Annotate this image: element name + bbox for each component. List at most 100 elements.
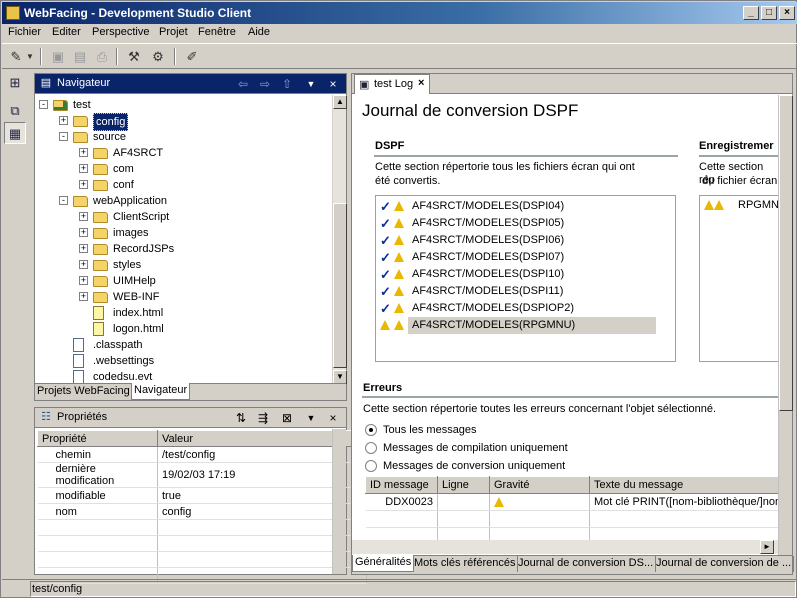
maximize-button[interactable]: □ [761,6,777,20]
property-name: chemin [37,446,158,463]
check-icon: ✓ [380,284,391,299]
print-icon[interactable]: ⎙ [92,47,112,66]
filter-icon[interactable]: ⇶ [255,410,271,426]
title-bar[interactable]: WebFacing - Development Studio Client _ … [2,2,797,24]
close-tab-icon[interactable]: × [418,77,424,89]
expand-icon[interactable]: + [79,276,88,285]
property-row[interactable]: nom config [37,503,367,520]
dspf-section-line [374,155,678,157]
expand-icon[interactable]: + [79,180,88,189]
categories-icon[interactable]: ⇅ [233,410,249,426]
column-header-id-message[interactable]: ID message [365,476,438,494]
status-box [30,581,796,597]
records-section-desc-2: du fichier écran [702,175,778,187]
tab-generalites[interactable]: Généralités [352,555,415,572]
expand-icon[interactable]: + [79,244,88,253]
expand-icon[interactable]: + [79,164,88,173]
close-button[interactable]: × [779,6,795,20]
up-icon[interactable]: ⇧ [279,76,295,92]
build-icon[interactable]: ⚒ [124,47,144,66]
tab-navigateur[interactable]: Navigateur [131,383,191,400]
radio-button[interactable] [365,460,377,472]
perspective-icon[interactable]: ⧉ [4,100,26,122]
editor-horizontal-scrollbar[interactable]: ► [352,540,778,554]
records-list[interactable]: RPGMN [699,195,778,362]
expand-icon[interactable]: + [79,292,88,301]
view-menu-icon[interactable]: ▼ [303,76,319,92]
menu-editer[interactable]: Editer [52,26,81,38]
view-menu-icon[interactable]: ▼ [303,410,319,426]
close-view-icon[interactable]: × [325,76,341,92]
errors-section-heading: Erreurs [363,382,403,394]
tab-mots-cles[interactable]: Mots clés référencés [412,556,519,572]
open-perspective-icon[interactable]: ⊞ [4,72,26,94]
editor-tab[interactable]: ▣ test Log × [354,74,430,94]
check-icon: ✓ [380,267,391,282]
collapse-icon[interactable]: - [59,132,68,141]
navigator-scrollbar[interactable]: ▲ ▼ [332,95,347,384]
defaults-icon[interactable]: ⊠ [279,410,295,426]
editor-vertical-scrollbar[interactable] [778,95,793,555]
tab-journal-conversion[interactable]: Journal de conversion de ... [654,556,795,572]
tree-item-label: .classpath [93,339,143,351]
column-header-gravite[interactable]: Gravité [489,476,590,494]
warning-icon [394,201,404,211]
menu-fichier[interactable]: Fichier [8,26,41,38]
collapse-icon[interactable]: - [59,196,68,205]
run-icon[interactable]: ✐ [182,47,202,66]
expand-icon[interactable]: + [79,148,88,157]
property-row[interactable]: chemin/test/config [37,446,367,463]
expand-icon[interactable]: + [79,228,88,237]
scroll-right-button[interactable]: ► [760,540,774,554]
radio-button[interactable] [365,424,377,436]
tree-item-label: conf [113,179,134,191]
new-wizard-icon[interactable]: ✎ [6,47,26,66]
property-row[interactable]: modifiable true [37,487,367,504]
column-header-propriete[interactable]: Propriété [37,430,158,447]
back-icon[interactable]: ⇦ [235,76,251,92]
warning-icon [714,200,724,210]
menu-aide[interactable]: Aide [248,26,270,38]
tree-item-label: com [113,163,134,175]
list-item-label: AF4SRCT/MODELES(DSPI10) [412,268,565,280]
property-row[interactable]: dernière modification 19/02/03 17:19 [37,462,367,488]
webfacing-perspective-icon[interactable]: ▦ [4,122,26,144]
forward-icon[interactable]: ⇨ [257,76,273,92]
menu-fenetre[interactable]: Fenêtre [198,26,236,38]
scroll-thumb[interactable] [333,203,347,368]
properties-table: Propriété Valeur chemin/test/config derni… [37,430,367,584]
dspf-file-list[interactable]: ✓ AF4SRCT/MODELES(DSPI04) ✓ AF4SRCT/MODELES… [375,195,676,362]
editor-area: ▣ test Log × Journal de conversion DSPF … [351,73,795,575]
expand-icon[interactable]: + [79,212,88,221]
expand-icon[interactable]: + [79,260,88,269]
close-view-icon[interactable]: × [325,410,341,426]
check-icon: ✓ [380,199,391,214]
menu-projet[interactable]: Projet [159,26,188,38]
status-bar: test/config [2,579,797,598]
save-all-icon[interactable]: ▤ [70,47,90,66]
scroll-down-button[interactable]: ▼ [333,370,347,384]
log-file-icon: ▣ [359,79,370,91]
menu-bar: Fichier Editer Perspective Projet Fenêtr… [2,24,797,42]
navigator-icon: ▤ [40,77,52,89]
debug-icon[interactable]: ⚙ [148,47,168,66]
collapse-icon[interactable]: - [39,100,48,109]
menu-perspective[interactable]: Perspective [92,26,149,38]
list-item-label: AF4SRCT/MODELES(DSPI07) [412,251,565,263]
editor-scroll-thumb[interactable] [779,95,793,411]
tab-projets-webfacing[interactable]: Projets WebFacing [35,384,133,400]
dropdown-arrow-icon[interactable]: ▼ [24,47,36,66]
save-icon[interactable]: ▣ [48,47,68,66]
minimize-button[interactable]: _ [743,6,759,20]
expand-icon[interactable]: + [59,116,68,125]
folder-icon [93,212,108,223]
column-header-texte[interactable]: Texte du message [589,476,778,494]
column-header-ligne[interactable]: Ligne [437,476,490,494]
property-name: modifiable [37,487,158,504]
table-row[interactable]: DDX0023 Mot clé PRINT([nom-bibliothèque/… [365,493,778,511]
project-icon [53,100,68,111]
radio-button[interactable] [365,442,377,454]
properties-view: ☷ Propriétés ⇅ ⇶ ⊠ ▼ × Propriété Valeur … [34,407,367,584]
scroll-up-button[interactable]: ▲ [333,95,347,109]
tab-journal-dspf[interactable]: Journal de conversion DS... [516,556,657,572]
